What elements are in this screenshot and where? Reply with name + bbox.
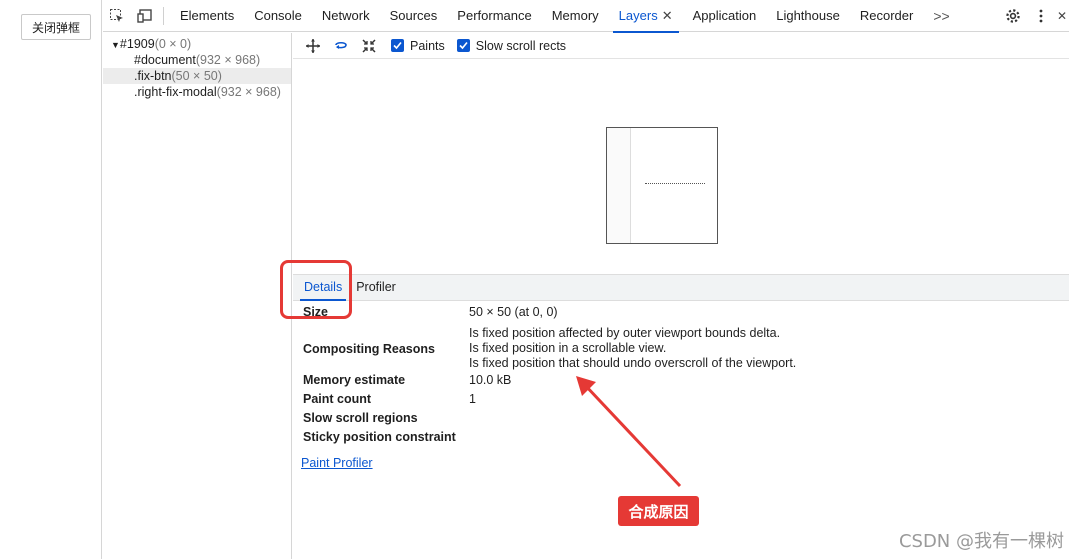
detail-value: 10.0 kB (469, 373, 512, 387)
detail-key: Slow scroll regions (303, 411, 418, 425)
compositing-reason: Is fixed position affected by outer view… (469, 326, 781, 340)
tab-label: Application (692, 8, 757, 23)
expand-triangle-icon[interactable]: ▼ (111, 40, 120, 50)
gear-icon[interactable] (999, 0, 1027, 32)
detail-row-size: Size 50 × 50 (at 0, 0) (303, 305, 1063, 324)
layer-size: (0 × 0) (154, 37, 192, 51)
detail-key: Sticky position constraint (303, 430, 456, 444)
tab-label: Elements (180, 8, 235, 23)
reset-transform-icon[interactable] (355, 34, 383, 58)
annotation-label: 合成原因 (618, 496, 699, 526)
page-content: 关闭弹框 (0, 0, 102, 559)
close-tab-icon[interactable]: ✕ (662, 8, 673, 24)
layer-sidebar-preview (607, 128, 631, 243)
tab-network[interactable]: Network (312, 0, 380, 32)
tab-label: Lighthouse (776, 8, 840, 23)
tab-memory[interactable]: Memory (542, 0, 609, 32)
detail-row-compositing: Compositing Reasons Is fixed position af… (303, 324, 1063, 373)
paints-label: Paints (410, 38, 445, 53)
layer-name: #1909 (119, 37, 155, 51)
layer-size: (50 × 50) (171, 69, 222, 83)
inspect-element-icon[interactable] (103, 0, 131, 32)
pan-mode-icon[interactable] (299, 34, 327, 58)
tab-label: Performance (457, 8, 532, 23)
tree-row-root[interactable]: ▼#1909(0 × 0) (103, 36, 291, 52)
layer-content-preview (645, 183, 705, 184)
detail-value: 1 (469, 392, 476, 406)
slow-scroll-rects-checkbox[interactable]: Slow scroll rects (456, 38, 567, 53)
more-tabs-button[interactable]: >> (923, 8, 959, 24)
device-toolbar-icon[interactable] (131, 0, 159, 32)
layers-3d-viewport[interactable] (293, 60, 1069, 274)
checkbox-checked-icon (391, 39, 404, 52)
slow-scroll-rects-label: Slow scroll rects (475, 38, 567, 53)
layer-thumbnail[interactable] (606, 127, 718, 244)
tab-performance[interactable]: Performance (447, 0, 541, 32)
rotate-mode-icon[interactable] (327, 34, 355, 58)
compositing-reasons-list: Is fixed position affected by outer view… (469, 326, 796, 371)
tab-lighthouse[interactable]: Lighthouse (766, 0, 850, 32)
detail-key: Compositing Reasons (303, 341, 435, 356)
tab-console[interactable]: Console (244, 0, 312, 32)
toolbar-divider (163, 6, 164, 25)
tab-label: Profiler (356, 280, 396, 294)
close-modal-button[interactable]: 关闭弹框 (21, 14, 91, 40)
paint-profiler-link[interactable]: Paint Profiler (301, 456, 373, 470)
layers-toolbar: Paints Slow scroll rects (293, 33, 1069, 59)
layer-size: (932 × 968) (216, 85, 281, 99)
layer-name: .fix-btn (134, 69, 172, 83)
tab-elements[interactable]: Elements (170, 0, 244, 32)
devtools-toolbar: Elements Console Network Sources Perform… (103, 0, 1069, 33)
tab-label: Layers (618, 8, 658, 23)
kebab-menu-icon[interactable] (1027, 0, 1055, 32)
tab-recorder[interactable]: Recorder (850, 0, 923, 32)
tab-label: Recorder (859, 8, 914, 23)
tab-application[interactable]: Application (683, 0, 767, 32)
details-tabbar: Details Profiler (293, 274, 1069, 301)
tree-row-fix-btn[interactable]: .fix-btn(50 × 50) (103, 68, 291, 84)
close-devtools-icon[interactable]: ✕ (1055, 0, 1069, 32)
detail-key: Memory estimate (303, 373, 406, 387)
tab-label: Network (321, 8, 370, 23)
detail-value: 50 × 50 (at 0, 0) (469, 305, 558, 319)
watermark: CSDN @我有一棵树 (898, 531, 1064, 552)
tab-label: Memory (551, 8, 599, 23)
detail-key: Paint count (303, 392, 372, 406)
tab-profiler[interactable]: Profiler (349, 274, 403, 300)
compositing-reason: Is fixed position in a scrollable view. (469, 341, 667, 355)
paints-checkbox[interactable]: Paints (391, 39, 445, 53)
annotation-arrow (576, 376, 682, 488)
toolbar-right: ✕ (999, 0, 1069, 32)
tab-label: Sources (389, 8, 438, 23)
compositing-reason: Is fixed position that should undo overs… (469, 356, 797, 370)
tree-row-document[interactable]: #document(932 × 968) (103, 52, 291, 68)
highlight-box (280, 260, 352, 319)
tab-layers[interactable]: Layers ✕ (609, 0, 683, 33)
layer-size: (932 × 968) (195, 53, 261, 67)
layer-name: .right-fix-modal (134, 85, 217, 99)
tab-sources[interactable]: Sources (380, 0, 448, 32)
tab-label: Console (254, 8, 302, 23)
layer-name: #document (134, 53, 196, 67)
tree-row-right-fix-modal[interactable]: .right-fix-modal(932 × 968) (103, 84, 291, 100)
layer-tree: ▼#1909(0 × 0) #document(932 × 968) .fix-… (103, 33, 292, 559)
checkbox-checked-icon (456, 39, 470, 52)
